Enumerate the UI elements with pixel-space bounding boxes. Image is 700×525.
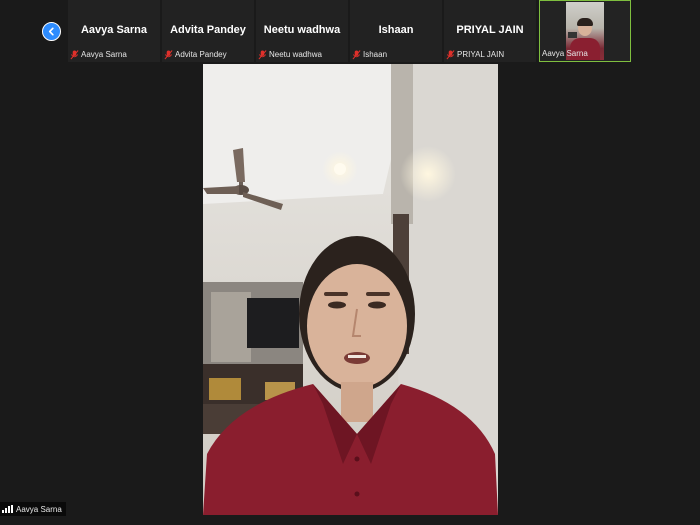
- mic-muted-icon: [164, 49, 173, 59]
- participant-name: PRIYAL JAIN: [456, 24, 524, 36]
- mic-muted-icon: [446, 49, 455, 59]
- active-speaker-tile[interactable]: Aavya Sarna: [539, 0, 631, 62]
- mic-muted-icon: [70, 49, 79, 59]
- participant-tag-name: Aavya Sarna: [542, 49, 588, 58]
- participant-strip: Aavya Sarna Aavya Sarna Advita Pandey Ad…: [0, 0, 700, 64]
- mic-muted-icon: [258, 49, 267, 59]
- participant-tag: Ishaan: [352, 49, 389, 60]
- participant-tag-name: Aavya Sarna: [81, 50, 127, 59]
- participant-tile[interactable]: Advita Pandey Advita Pandey: [162, 0, 254, 62]
- participant-name: Aavya Sarna: [80, 24, 148, 36]
- chevron-left-icon: [48, 27, 54, 36]
- participant-name: Advita Pandey: [170, 24, 246, 36]
- participant-tag: Aavya Sarna: [542, 48, 590, 59]
- previous-page-button[interactable]: [42, 22, 61, 41]
- participant-tag: Aavya Sarna: [70, 49, 129, 60]
- participant-tile[interactable]: PRIYAL JAIN PRIYAL JAIN: [444, 0, 536, 62]
- participant-tag: Advita Pandey: [164, 49, 229, 60]
- speaker-name: Aavya Sarna: [16, 504, 62, 514]
- video-frame: [203, 64, 498, 515]
- participant-name: Neetu wadhwa: [263, 24, 341, 36]
- participant-name: Ishaan: [378, 24, 414, 36]
- participant-tile[interactable]: Neetu wadhwa Neetu wadhwa: [256, 0, 348, 62]
- participant-tag-name: Ishaan: [363, 50, 388, 59]
- mic-muted-icon: [352, 49, 361, 59]
- participant-tag-name: Neetu wadhwa: [269, 50, 322, 59]
- participant-tag-name: PRIYAL JAIN: [457, 50, 505, 59]
- participant-tag: Neetu wadhwa: [258, 49, 324, 60]
- participant-tag-name: Advita Pandey: [175, 50, 227, 59]
- speaker-name-label: Aavya Sarna: [0, 502, 66, 516]
- participant-tile[interactable]: Aavya Sarna Aavya Sarna: [68, 0, 160, 62]
- participant-tag: PRIYAL JAIN: [446, 49, 506, 60]
- main-speaker-video: [203, 64, 498, 515]
- participant-tile[interactable]: Ishaan Ishaan: [350, 0, 442, 62]
- signal-icon: [2, 505, 13, 513]
